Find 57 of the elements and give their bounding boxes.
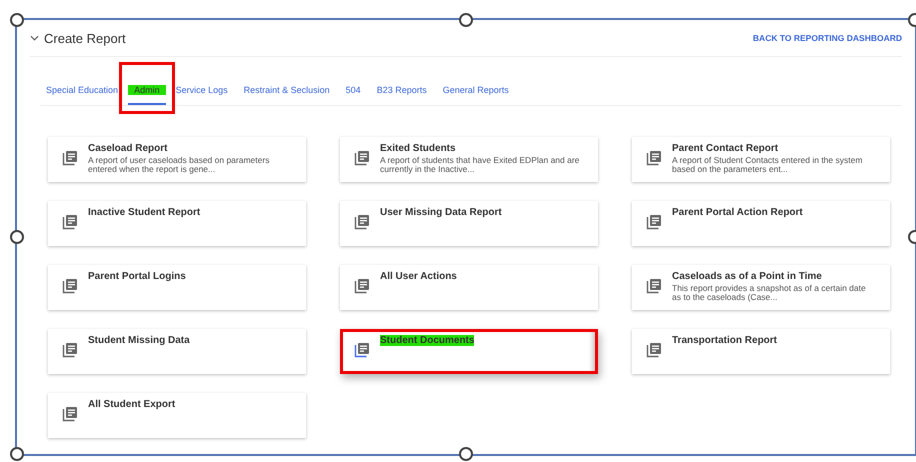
report-icon: [646, 278, 662, 294]
report-title: Caseloads as of a Point in Time: [672, 271, 823, 282]
resize-handle[interactable]: [10, 230, 24, 244]
report-icon: [62, 406, 78, 422]
report-card[interactable]: Exited Students A report of students that have Exited EDPlan and are currently in the Inactive...: [340, 137, 598, 182]
resize-handle[interactable]: [459, 447, 473, 461]
tab[interactable]: Restraint & Seclusion: [238, 71, 336, 105]
report-description: A report of Student Contacts entered in the system based on the parameters ent...: [672, 156, 864, 174]
report-card[interactable]: Student Documents: [340, 329, 598, 374]
report-description: A report of user caseloads based on parameters entered when the report is gene...: [88, 156, 270, 174]
report-icon: [646, 342, 662, 358]
report-card[interactable]: All User Actions: [340, 265, 598, 310]
report-card[interactable]: Parent Portal Logins: [48, 265, 306, 310]
resize-handle[interactable]: [10, 447, 24, 461]
tab[interactable]: Special Education: [40, 71, 124, 105]
report-title: Parent Contact Report: [672, 143, 780, 154]
tab[interactable]: General Reports: [436, 71, 515, 105]
resize-handle[interactable]: [459, 13, 473, 27]
report-description: A report of students that have Exited EDPlan and are currently in the Inactive...: [380, 156, 580, 174]
report-card[interactable]: User Missing Data Report: [340, 201, 598, 246]
report-title: Parent Portal Logins: [88, 271, 186, 282]
report-title: User Missing Data Report: [380, 207, 502, 218]
report-icon: [62, 150, 78, 166]
report-icon: [354, 278, 370, 294]
report-card[interactable]: All Student Export: [48, 393, 306, 438]
report-description: This report provides a snapshot as of a certain date as to the caseloads (Case...: [672, 284, 867, 302]
report-card[interactable]: Parent Portal Action Report: [632, 201, 890, 246]
report-icon: [354, 214, 370, 230]
chevron-down-icon[interactable]: [30, 35, 39, 41]
tab[interactable]: 504: [340, 71, 367, 105]
report-icon: [62, 342, 78, 358]
report-title: Transportation Report: [672, 335, 778, 346]
report-title: Student Missing Data: [88, 335, 190, 346]
tab[interactable]: Service Logs: [170, 71, 234, 105]
report-icon: [62, 214, 78, 230]
resize-handle[interactable]: [10, 13, 24, 27]
report-icon: [646, 150, 662, 166]
report-card[interactable]: Caseload Report A report of user caseloads based on parameters entered when the report is gene...: [48, 137, 306, 182]
report-card[interactable]: Student Missing Data: [48, 329, 306, 374]
report-icon: [646, 214, 662, 230]
back-link[interactable]: BACK TO REPORTING DASHBOARD: [752, 33, 902, 43]
report-card[interactable]: Inactive Student Report: [48, 201, 306, 246]
report-title: Student Documents: [380, 335, 474, 346]
report-title: Exited Students: [380, 143, 457, 154]
tab[interactable]: B23 Reports: [370, 71, 433, 105]
report-title: Inactive Student Report: [88, 207, 200, 218]
section-title: Create Report: [44, 30, 126, 46]
report-card[interactable]: Transportation Report: [632, 329, 890, 374]
report-icon: [62, 278, 78, 294]
report-card[interactable]: Parent Contact Report A report of Student Contacts entered in the system based on the parameters ent...: [632, 137, 890, 182]
report-title: Caseload Report: [88, 143, 168, 154]
report-icon: [354, 150, 370, 166]
report-icon: [354, 342, 370, 358]
report-card[interactable]: Caseloads as of a Point in Time This report provides a snapshot as of a certain date as to the caseloads (Case...: [632, 265, 890, 310]
report-title: All Student Export: [88, 399, 176, 410]
report-title: Parent Portal Action Report: [672, 207, 803, 218]
report-title: All User Actions: [380, 271, 457, 282]
